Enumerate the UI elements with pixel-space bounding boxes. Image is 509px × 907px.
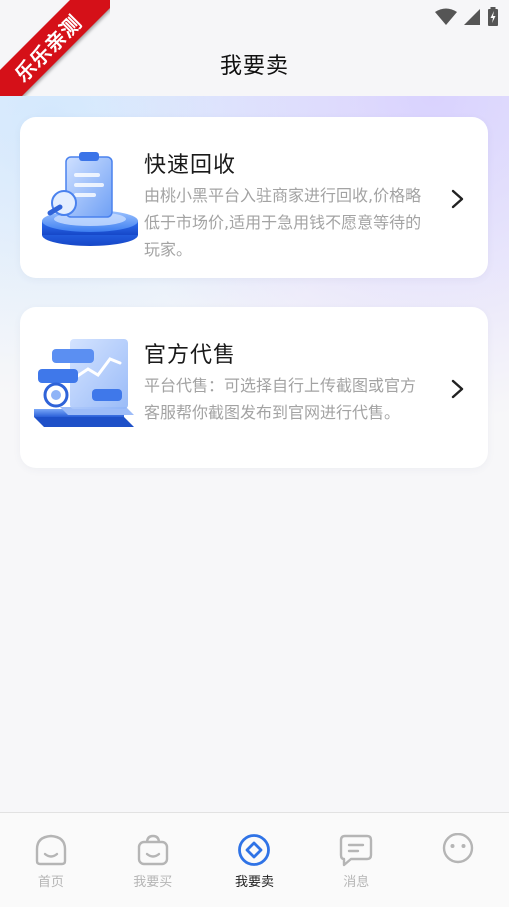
chevron-right-icon[interactable] <box>446 187 468 211</box>
nav-item-profile[interactable] <box>407 813 509 907</box>
nav-label: 首页 <box>37 875 64 890</box>
card-description: 由桃小黑平台入驻商家进行回收,价格略低于市场价,适用于急用钱不愿意等待的玩家。 <box>144 186 422 259</box>
official-consignment-card[interactable]: 官方代售 平台代售：可选择自行上传截图或官方客服帮你截图发布到官网进行代售。 <box>20 307 488 468</box>
nav-label: 我要卖 <box>234 875 274 890</box>
chart-platform-illustration <box>34 339 134 427</box>
battery-icon <box>488 7 498 26</box>
profile-face-icon <box>442 833 474 864</box>
page-title: 我要卖 <box>219 54 289 79</box>
app-header: 我要卖 <box>0 0 509 96</box>
card-description: 平台代售：可选择自行上传截图或官方客服帮你截图发布到官网进行代售。 <box>144 376 417 422</box>
nav-item-buy[interactable]: 我要买 <box>102 813 204 907</box>
nav-item-messages[interactable]: 消息 <box>305 813 407 907</box>
card-title: 官方代售 <box>144 343 237 368</box>
status-bar <box>435 6 499 28</box>
home-icon <box>35 834 67 866</box>
sell-icon <box>238 834 271 866</box>
nav-item-sell[interactable]: 我要卖 <box>204 813 306 907</box>
message-icon <box>340 834 373 867</box>
shopping-bag-icon <box>137 834 168 866</box>
nav-item-home[interactable]: 首页 <box>0 813 102 907</box>
quick-recycle-card[interactable]: 快速回收 由桃小黑平台入驻商家进行回收,价格略低于市场价,适用于急用钱不愿意等待… <box>20 117 488 278</box>
clipboard-pedestal-illustration <box>42 152 138 246</box>
bottom-nav: 首页 我要买 我要卖 消息 <box>0 812 509 907</box>
nav-label: 我要买 <box>133 875 173 890</box>
chevron-right-icon[interactable] <box>446 377 468 401</box>
card-title: 快速回收 <box>144 153 237 178</box>
nav-label: 消息 <box>343 875 370 890</box>
signal-icon <box>464 9 480 25</box>
wifi-icon <box>435 8 457 25</box>
